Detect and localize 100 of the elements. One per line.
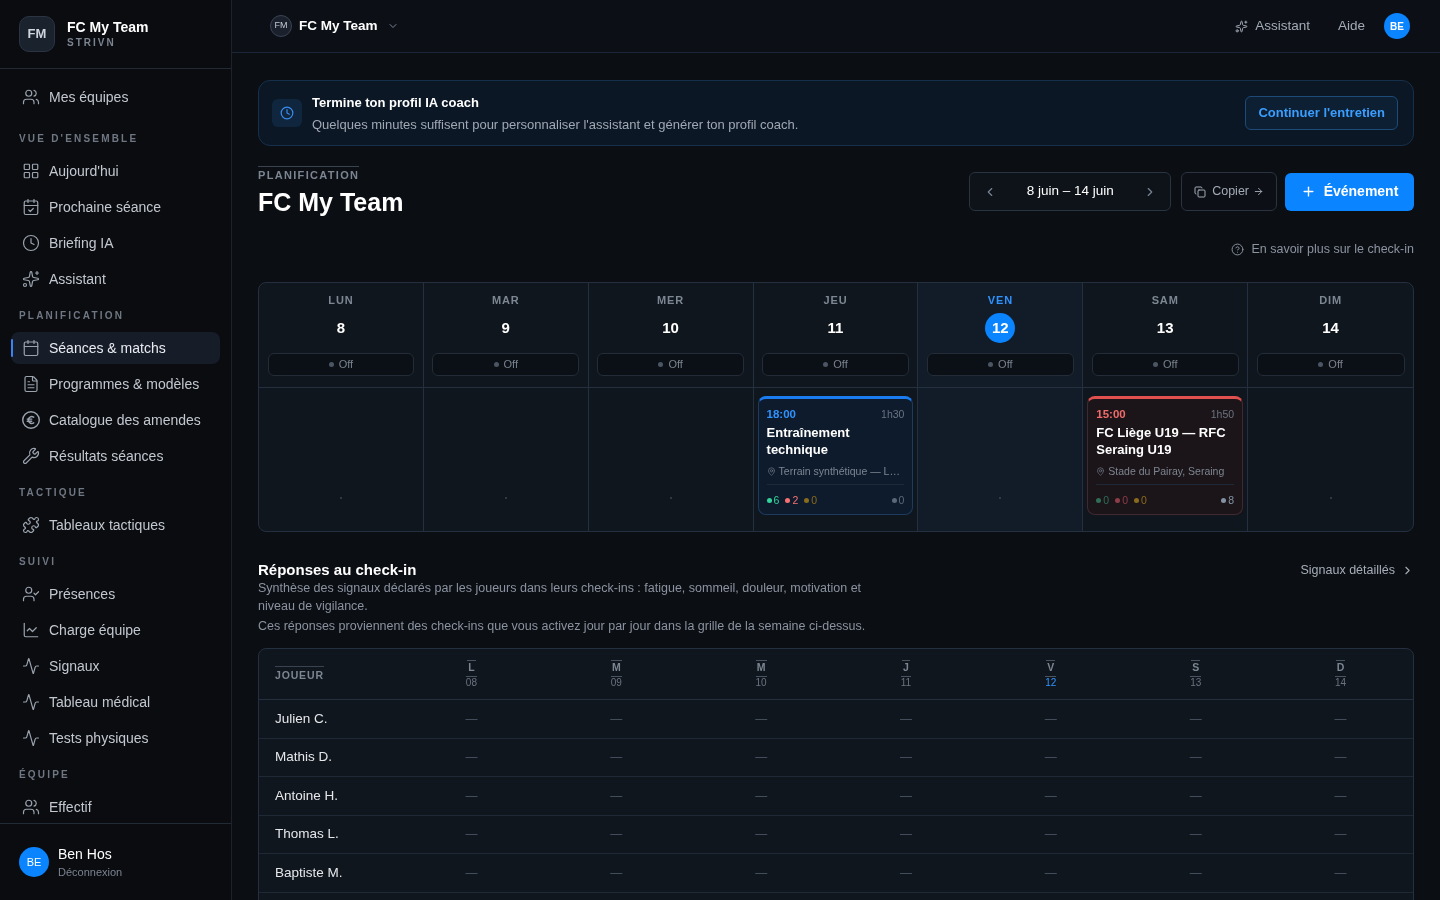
table-cell-text: —: [900, 710, 912, 728]
checkin-help-link[interactable]: En savoir plus sur le check-in: [1231, 241, 1414, 257]
nav-item[interactable]: Tableau médical: [11, 686, 220, 718]
logout-link[interactable]: Déconnexion: [58, 864, 123, 880]
continue-button[interactable]: Continuer l'entretien: [1245, 96, 1398, 130]
detailed-signals-link[interactable]: Signaux détaillés: [1300, 561, 1414, 579]
checkin-toggle[interactable]: Off: [1256, 353, 1405, 376]
table-cell-text: —: [1189, 749, 1202, 767]
event-location: Terrain synthétique — L…: [778, 464, 900, 478]
document-icon: [22, 375, 40, 393]
event-duration: 1h30: [881, 407, 905, 421]
event-title: FC Liège U19 — RFC Seraing U19: [1096, 424, 1227, 458]
nav-item[interactable]: Programmes & modèles: [11, 368, 220, 400]
table-cell-text: —: [1334, 710, 1347, 728]
nav-item[interactable]: Prochaine séance: [11, 191, 220, 223]
clock-icon: [22, 234, 40, 252]
table-cell-text: —: [755, 864, 768, 882]
assistant-button[interactable]: Assistant: [1235, 15, 1310, 37]
section-label: ÉQUIPE: [18, 769, 71, 781]
grid-icon: [22, 162, 40, 180]
day-label: LUN: [328, 293, 354, 307]
table-cell-text: —: [1044, 787, 1057, 805]
nav-item[interactable]: Tableaux tactiques: [11, 509, 220, 541]
table-cell-text: —: [610, 864, 623, 882]
event-title: Entraînement technique: [766, 424, 851, 458]
banner-title: Termine ton profil IA coach: [312, 93, 480, 111]
event-time: 18:00: [766, 407, 796, 421]
copy-button[interactable]: Copier: [1181, 172, 1277, 211]
date-label: 09: [610, 675, 622, 689]
pulse-icon: [22, 693, 40, 711]
day-label: VEN: [987, 293, 1013, 307]
user-avatar[interactable]: BE: [1384, 13, 1410, 39]
checkin-toggle[interactable]: Off: [267, 353, 415, 376]
euro-icon: [22, 411, 40, 429]
copy-icon: [1194, 185, 1207, 198]
active-indicator: [11, 339, 13, 357]
table-cell-text: —: [900, 749, 912, 767]
response-count: 8: [1228, 494, 1235, 507]
nav-item[interactable]: Mes équipes: [11, 81, 220, 113]
day-label: JEU: [823, 293, 848, 307]
table-cell-text: —: [465, 787, 478, 805]
section-label: VUE D'ENSEMBLE: [18, 133, 140, 145]
nav-item[interactable]: Aujourd'hui: [11, 155, 220, 187]
nav-item[interactable]: Catalogue des amendes: [11, 404, 220, 436]
weekday-letter: S: [1191, 659, 1201, 674]
section-title: Réponses au check-in: [258, 561, 418, 579]
help-link[interactable]: Aide: [1337, 15, 1365, 37]
line-chart-icon: [22, 621, 40, 639]
table-cell-text: —: [755, 826, 768, 844]
weekday-letter: V: [1046, 659, 1056, 674]
table-cell-text: —: [465, 710, 478, 728]
table-cell-text: —: [1334, 826, 1347, 844]
table-cell-text: —: [1334, 749, 1347, 767]
table-cell-text: —: [610, 749, 623, 767]
day-number: 10: [661, 317, 680, 338]
day-label: SAM: [1151, 293, 1179, 307]
player-name: Thomas L.: [274, 825, 340, 844]
nav-item[interactable]: Assistant: [11, 263, 220, 295]
day-label: DIM: [1319, 293, 1342, 307]
page-title: FC My Team: [258, 187, 404, 217]
checkin-toggle[interactable]: Off: [597, 353, 745, 376]
event-card[interactable]: 15:00 1h50 FC Liège U19 — RFC Seraing U19 Stade du Pairay, Seraing 0 0 0 8: [1087, 396, 1244, 515]
table-cell-text: —: [610, 787, 623, 805]
checkin-toggle[interactable]: Off: [432, 353, 580, 376]
team-name: FC My Team: [67, 18, 149, 36]
table-cell-text: —: [1044, 826, 1057, 844]
checkin-toggle[interactable]: Off: [1091, 353, 1239, 376]
day-number: 13: [1155, 317, 1175, 338]
nav-item[interactable]: Signaux: [11, 650, 220, 682]
user-check-icon: [22, 585, 40, 603]
table-cell-text: —: [1044, 749, 1057, 767]
map-pin-icon: [1096, 466, 1106, 476]
weekday-letter: D: [1335, 659, 1346, 674]
nav-item[interactable]: Briefing IA: [11, 227, 220, 259]
nav-item[interactable]: Séances & matchs: [11, 332, 220, 364]
nav-item[interactable]: Résultats séances: [11, 440, 220, 472]
day-number: 14: [1321, 317, 1340, 338]
nav-item[interactable]: Charge équipe: [11, 614, 220, 646]
nav-item[interactable]: Effectif: [11, 791, 220, 823]
section-eyebrow: PLANIFICATION: [258, 166, 360, 182]
weekday-letter: M: [610, 659, 622, 674]
users-icon: [22, 798, 40, 816]
checkin-toggle[interactable]: Off: [926, 353, 1074, 376]
clock-icon: [272, 99, 302, 127]
new-event-button[interactable]: Événement: [1285, 172, 1414, 211]
table-cell-text: —: [610, 826, 623, 844]
event-duration: 1h50: [1210, 407, 1235, 421]
table-cell-text: —: [755, 749, 768, 767]
nav-item[interactable]: Présences: [11, 578, 220, 610]
team-logo: FM: [19, 16, 55, 52]
table-cell-text: —: [900, 787, 912, 805]
nav-item[interactable]: Tests physiques: [11, 722, 220, 754]
checkin-toggle[interactable]: Off: [762, 353, 909, 376]
calendar-icon: [22, 339, 40, 357]
section-description: Ces réponses proviennent des check-ins que vous activez jour par jour dans la grille de la semaine ci-dessus.: [258, 618, 867, 635]
event-card[interactable]: 18:00 1h30 Entraînement technique Terrain synthétique — L… 6 2 0 0: [757, 396, 914, 515]
response-count: 0: [1122, 494, 1128, 507]
team-switcher[interactable]: FM FC My Team: [270, 15, 399, 37]
day-number: 12: [985, 313, 1016, 343]
weekday-letter: L: [467, 659, 476, 674]
